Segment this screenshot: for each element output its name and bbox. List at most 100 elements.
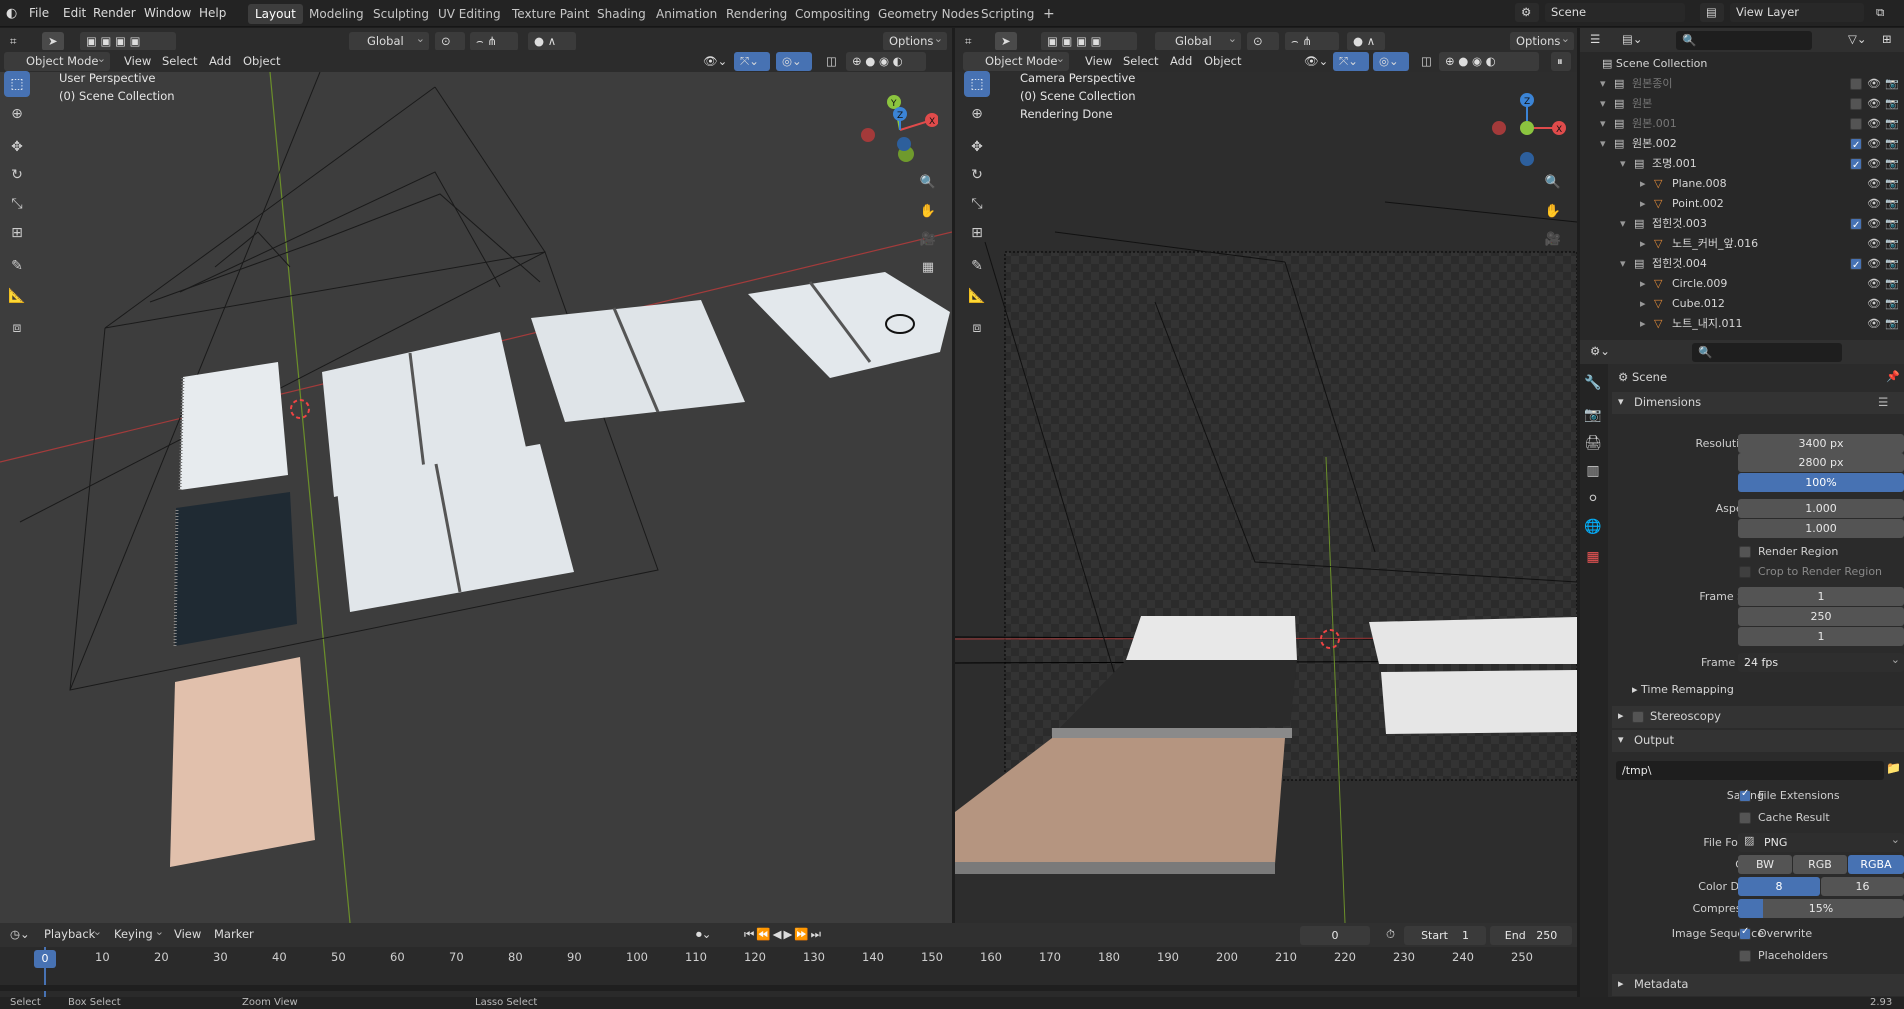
rotate-tool-icon[interactable]: ↻ (4, 162, 30, 188)
tab-compositing[interactable]: Compositing (788, 4, 877, 24)
select-tool-icon[interactable]: ➤ (995, 32, 1017, 51)
annotate-tool-icon[interactable]: ✎ (4, 253, 30, 279)
frame-end-field[interactable]: 250 (1738, 607, 1904, 626)
exclude-checkbox[interactable] (1850, 216, 1862, 236)
dimensions-panel-header[interactable]: ▾ Dimensions ☰ (1612, 392, 1904, 414)
scale-tool-icon[interactable]: ⤡ (964, 191, 990, 217)
camera-view-icon[interactable]: 🎥 (916, 228, 940, 252)
transform-orientation-dropdown[interactable]: Global (349, 32, 429, 51)
color-depth-16-button[interactable]: 16 (1821, 877, 1904, 896)
crop-region-checkbox[interactable] (1739, 566, 1751, 578)
tab-shading[interactable]: Shading (590, 4, 653, 24)
menu-add[interactable]: Add (203, 52, 237, 71)
visibility-eye-icon[interactable]: 👁 (1867, 174, 1881, 194)
playhead[interactable]: 0 (34, 950, 56, 968)
current-frame-field[interactable]: 0 (1300, 926, 1370, 945)
exclude-checkbox[interactable] (1850, 98, 1862, 110)
render-camera-icon[interactable]: 📷 (1885, 174, 1899, 194)
new-collection-icon[interactable]: ⊞ (1876, 30, 1900, 49)
outliner-row[interactable]: ▾ ▤ 원본.002 👁📷 (1580, 134, 1904, 156)
world-tab-icon[interactable]: 🌐 (1581, 514, 1605, 540)
outliner-row[interactable]: ▸ ▽ 노트_내지.011 👁 📷 (1580, 314, 1904, 334)
xray-icon[interactable]: ◫ (820, 52, 840, 71)
editor-type-icon[interactable]: ⌗ (4, 32, 32, 51)
aspect-x-field[interactable]: 1.000 (1738, 499, 1904, 518)
expand-toggle-icon[interactable]: ▾ (1600, 134, 1606, 154)
proportional-edit-icon[interactable]: ● ∧ (528, 32, 576, 51)
expand-toggle-icon[interactable]: ▸ (1640, 314, 1646, 334)
gizmo-icon[interactable]: ⤧⌄ (1333, 52, 1369, 71)
blender-logo-icon[interactable]: ◐ (6, 5, 17, 22)
stereoscopy-panel-header[interactable]: ▸ Stereoscopy (1612, 706, 1904, 728)
menu-object[interactable]: Object (237, 52, 286, 71)
tab-modeling[interactable]: Modeling (302, 4, 371, 24)
3d-cursor-icon[interactable] (290, 399, 310, 419)
transform-tool-icon[interactable]: ⊞ (964, 220, 990, 246)
pan-hand-icon[interactable]: ✋ (916, 200, 940, 224)
color-rgba-button[interactable]: RGBA (1848, 855, 1904, 874)
visibility-eye-icon[interactable]: 👁 (1867, 194, 1881, 214)
menu-edit[interactable]: Edit (63, 5, 86, 22)
scene-icon[interactable]: ⚙ (1515, 3, 1539, 22)
right-viewport[interactable]: ⌗ ➤ ▣ ▣ ▣ ▣ Global ⊙ ⌢ ⋔ ● ∧ Options Obj… (955, 28, 1577, 923)
outliner-row[interactable]: ▾ ▤ 조명.001 👁📷 (1580, 154, 1904, 176)
pin-icon[interactable]: 📌 (1886, 370, 1900, 383)
options-dropdown[interactable]: Options (883, 32, 947, 51)
metadata-panel-header[interactable]: ▸ Metadata (1612, 974, 1904, 996)
snap-icon[interactable]: ⌢ ⋔ (1285, 32, 1339, 51)
visibility-eye-icon[interactable]: 👁 (1867, 274, 1881, 294)
properties-editor-icon[interactable]: ⚙⌄ (1584, 342, 1614, 361)
aspect-y-field[interactable]: 1.000 (1738, 519, 1904, 538)
snap-icon[interactable]: ⌢ ⋔ (470, 32, 518, 51)
render-camera-icon[interactable]: 📷 (1885, 274, 1899, 294)
cache-result-checkbox[interactable] (1739, 812, 1751, 824)
outliner-row[interactable]: ▾ ▤ 원본.001 👁 📷 (1580, 114, 1904, 134)
expand-toggle-icon[interactable]: ▸ (1640, 294, 1646, 314)
visibility-icon[interactable]: 👁⌄ (1298, 52, 1330, 71)
overwrite-checkbox[interactable] (1739, 926, 1751, 940)
shading-mode-icons[interactable]: ⊕ ● ◉ ◐ (846, 52, 926, 71)
view-layer-icon[interactable]: ▤ (1700, 3, 1724, 22)
stopwatch-icon[interactable]: ⏱ (1380, 925, 1400, 944)
auto-keying-icon[interactable]: ⏺⌄ (690, 925, 720, 944)
expand-toggle-icon[interactable]: ▾ (1620, 214, 1626, 234)
marker-menu[interactable]: Marker (208, 925, 260, 944)
visibility-eye-icon[interactable]: 👁 (1867, 154, 1881, 174)
visibility-eye-icon[interactable]: 👁 (1867, 294, 1881, 314)
properties-search-input[interactable]: 🔍 (1692, 343, 1842, 362)
visibility-eye-icon[interactable]: 👁 (1867, 134, 1881, 154)
tab-rendering[interactable]: Rendering (719, 4, 794, 24)
shading-mode-icons[interactable]: ⊕ ● ◉ ◐ (1439, 52, 1539, 71)
tab-layout[interactable]: Layout (248, 4, 303, 24)
neg-z-axis-icon[interactable] (1520, 152, 1534, 166)
visibility-eye-icon[interactable]: 👁 (1867, 114, 1881, 134)
render-camera-icon[interactable]: 📷 (1885, 74, 1899, 94)
move-tool-icon[interactable]: ✥ (964, 134, 990, 160)
color-bw-button[interactable]: BW (1738, 855, 1792, 874)
tab-animation[interactable]: Animation (649, 4, 724, 24)
navigation-gizmo[interactable]: X Z (1485, 88, 1569, 172)
exclude-checkbox[interactable] (1850, 256, 1862, 276)
select-mode-icons[interactable]: ▣ ▣ ▣ ▣ (1041, 32, 1137, 51)
timeline-view-menu[interactable]: View (168, 925, 207, 944)
navigation-gizmo[interactable]: X Y Z (858, 90, 938, 170)
render-camera-icon[interactable]: 📷 (1885, 154, 1899, 174)
outliner-row[interactable]: ▸ ▽ Cube.012 👁 📷 (1580, 294, 1904, 314)
pause-render-icon[interactable]: ⏸ (1551, 52, 1571, 71)
start-frame-field[interactable]: Start 1 (1404, 926, 1486, 945)
add-cube-tool-icon[interactable]: ⧈ (964, 315, 990, 341)
xray-icon[interactable]: ◫ (1415, 52, 1435, 71)
outliner-row[interactable]: ▾ ▤ 원본 👁 📷 (1580, 94, 1904, 114)
visibility-icon[interactable]: 👁⌄ (697, 52, 733, 71)
color-depth-8-button[interactable]: 8 (1738, 877, 1820, 896)
output-panel-header[interactable]: ▾ Output (1612, 730, 1904, 752)
resolution-y-field[interactable]: 2800 px (1738, 453, 1904, 472)
file-extensions-checkbox[interactable] (1739, 788, 1751, 802)
zoom-icon[interactable]: 🔍 (916, 171, 940, 195)
select-tool-icon[interactable]: ➤ (42, 32, 64, 51)
outliner-row[interactable]: ▾ ▤ 접힌것.003 👁📷 (1580, 214, 1904, 236)
presets-icon[interactable]: ☰ (1878, 395, 1888, 409)
outliner-row[interactable]: ▾ ▤ 접힌것.004 👁📷 (1580, 254, 1904, 276)
overlay-icon[interactable]: ◎⌄ (1373, 52, 1409, 71)
scale-tool-icon[interactable]: ⤡ (4, 191, 30, 217)
